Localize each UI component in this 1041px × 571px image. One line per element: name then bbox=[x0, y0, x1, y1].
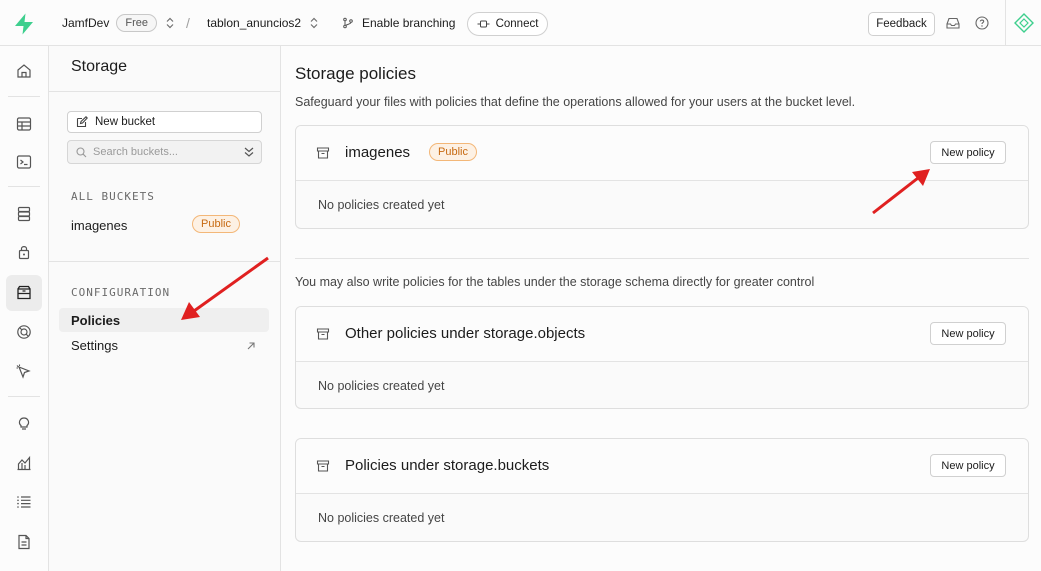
new-policy-button[interactable]: New policy bbox=[930, 454, 1006, 477]
bucket-icon bbox=[316, 460, 330, 472]
topbar-divider bbox=[1005, 0, 1006, 46]
card-header: Other policies under storage.objects New… bbox=[296, 307, 1028, 362]
org-crumb[interactable]: JamfDev Free bbox=[62, 0, 174, 46]
storage-sidebar: Storage New bucket Search buckets... ALL… bbox=[49, 46, 281, 571]
sidebar-title: Storage bbox=[71, 58, 128, 75]
plug-icon bbox=[477, 20, 490, 28]
database-icon[interactable] bbox=[12, 202, 36, 226]
sort-dropdown-icon[interactable] bbox=[243, 145, 255, 159]
project-name: tablon_anuncios2 bbox=[207, 16, 302, 30]
policy-card-storage-objects: Other policies under storage.objects New… bbox=[295, 306, 1029, 409]
edit-icon bbox=[76, 116, 88, 128]
external-link-icon bbox=[247, 342, 255, 350]
public-badge: Public bbox=[429, 143, 477, 161]
assistant-icon[interactable] bbox=[1013, 12, 1035, 34]
section-divider bbox=[295, 258, 1029, 259]
chevron-up-down-icon[interactable] bbox=[166, 17, 174, 29]
card-header: Policies under storage.buckets New polic… bbox=[296, 439, 1028, 494]
sidebar-divider bbox=[49, 91, 280, 92]
bucket-icon bbox=[316, 328, 330, 340]
rail-divider bbox=[8, 186, 40, 187]
empty-state-text: No policies created yet bbox=[318, 379, 445, 393]
help-icon[interactable] bbox=[975, 16, 989, 30]
branch-icon bbox=[343, 17, 353, 29]
icon-rail bbox=[0, 46, 49, 571]
public-badge: Public bbox=[192, 215, 240, 233]
empty-state-text: No policies created yet bbox=[318, 198, 445, 212]
new-bucket-button[interactable]: New bucket bbox=[67, 111, 262, 133]
page-title: Storage policies bbox=[295, 64, 416, 83]
policy-card-storage-buckets: Policies under storage.buckets New polic… bbox=[295, 438, 1029, 542]
realtime-icon[interactable] bbox=[12, 320, 36, 344]
sql-editor-icon[interactable] bbox=[12, 150, 36, 174]
connect-label: Connect bbox=[495, 18, 539, 30]
project-crumb[interactable]: tablon_anuncios2 bbox=[207, 0, 318, 46]
breadcrumb-separator: / bbox=[186, 15, 190, 31]
inbox-icon[interactable] bbox=[946, 17, 960, 29]
docs-icon[interactable] bbox=[12, 530, 36, 554]
auth-icon[interactable] bbox=[12, 240, 36, 264]
all-buckets-label: ALL BUCKETS bbox=[71, 190, 155, 203]
settings-label: Settings bbox=[71, 338, 118, 353]
page-subtitle: Safeguard your files with policies that … bbox=[295, 95, 856, 109]
connect-button[interactable]: Connect bbox=[467, 12, 548, 36]
main-content: Storage policies Safeguard your files wi… bbox=[281, 46, 1041, 571]
search-placeholder: Search buckets... bbox=[93, 146, 178, 158]
home-icon[interactable] bbox=[12, 59, 36, 83]
search-icon bbox=[76, 146, 87, 157]
sidebar-item-settings[interactable]: Settings bbox=[71, 338, 118, 353]
enable-branching-label: Enable branching bbox=[362, 16, 456, 30]
supabase-logo-icon[interactable] bbox=[12, 12, 36, 36]
policy-card-imagenes: imagenes Public New policy No policies c… bbox=[295, 125, 1029, 229]
feedback-button[interactable]: Feedback bbox=[868, 12, 935, 36]
plan-badge: Free bbox=[116, 14, 157, 32]
rail-divider bbox=[8, 396, 40, 397]
table-editor-icon[interactable] bbox=[12, 112, 36, 136]
card-title: Policies under storage.buckets bbox=[345, 457, 550, 474]
card-title: Other policies under storage.objects bbox=[345, 325, 586, 342]
empty-state-text: No policies created yet bbox=[318, 511, 445, 525]
sidebar-divider bbox=[49, 261, 280, 262]
top-bar: JamfDev Free / tablon_anuncios2 Enable b… bbox=[0, 0, 1041, 46]
advisors-icon[interactable] bbox=[12, 411, 36, 435]
new-policy-button[interactable]: New policy bbox=[930, 141, 1006, 164]
schema-note: You may also write policies for the tabl… bbox=[295, 275, 815, 289]
policies-label: Policies bbox=[71, 313, 121, 328]
logs-icon[interactable] bbox=[12, 490, 36, 514]
configuration-label: CONFIGURATION bbox=[71, 286, 171, 299]
new-policy-button[interactable]: New policy bbox=[930, 322, 1006, 345]
bucket-icon bbox=[316, 147, 330, 159]
bucket-name: imagenes bbox=[71, 218, 128, 233]
card-header: imagenes Public New policy bbox=[296, 126, 1028, 181]
new-bucket-label: New bucket bbox=[95, 116, 156, 128]
chevron-up-down-icon[interactable] bbox=[310, 17, 318, 29]
org-name: JamfDev bbox=[62, 16, 110, 30]
reports-icon[interactable] bbox=[12, 451, 36, 475]
card-title: imagenes bbox=[345, 144, 411, 161]
edge-functions-icon[interactable] bbox=[12, 360, 36, 384]
enable-branching-button[interactable]: Enable branching bbox=[342, 0, 455, 46]
rail-divider bbox=[8, 96, 40, 97]
search-buckets-input[interactable]: Search buckets... bbox=[67, 140, 262, 164]
storage-icon[interactable] bbox=[6, 275, 42, 311]
bucket-item-imagenes[interactable]: imagenes bbox=[71, 218, 127, 233]
